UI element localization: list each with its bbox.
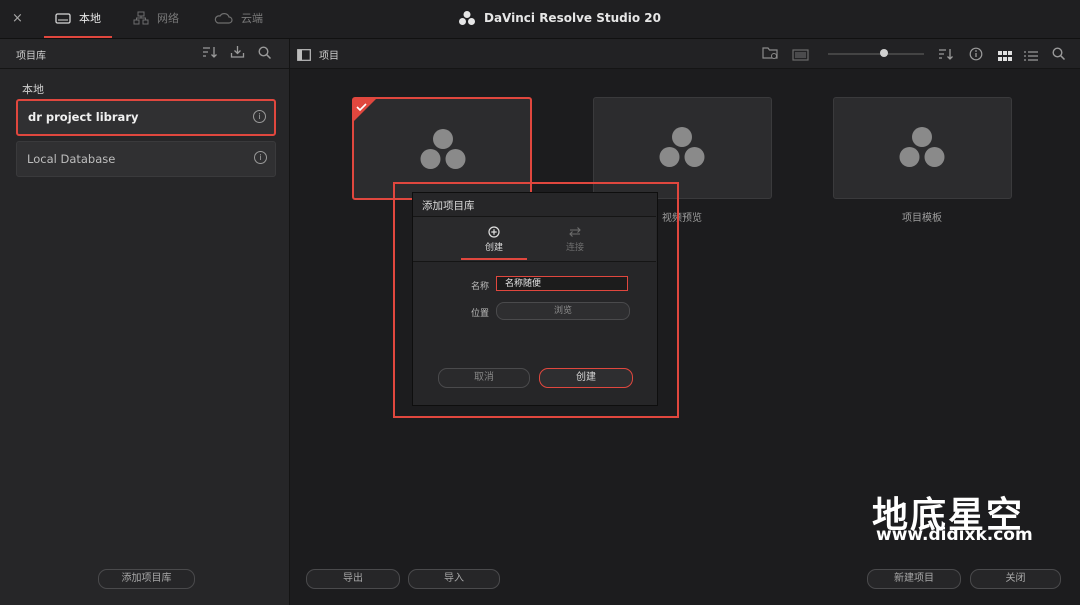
davinci-logo-icon xyxy=(899,127,945,167)
list-view-icon[interactable] xyxy=(1024,47,1038,66)
tab-create-label: 创建 xyxy=(484,243,503,253)
selected-check-icon xyxy=(354,99,376,121)
tab-local[interactable]: 本地 xyxy=(44,0,112,38)
left-panel-title: 项目库 xyxy=(16,51,46,62)
app-title: DaVinci Resolve Studio 20 xyxy=(458,10,661,26)
tab-local-label: 本地 xyxy=(79,12,101,25)
library-name: dr project library xyxy=(28,110,139,124)
dialog-tab-bar xyxy=(413,216,656,262)
create-button[interactable]: 创建 xyxy=(539,368,633,388)
right-panel-header xyxy=(290,39,1080,69)
tab-network[interactable]: 网络 xyxy=(133,0,179,36)
sort-icon[interactable] xyxy=(938,46,954,65)
name-input[interactable]: 名称随便 xyxy=(496,276,628,291)
name-label: 名称 xyxy=(471,282,490,292)
info-icon[interactable]: i xyxy=(254,151,267,164)
slider-thumb[interactable] xyxy=(880,49,888,57)
tab-network-label: 网络 xyxy=(157,12,179,25)
davinci-logo-icon xyxy=(459,11,475,25)
location-label: 位置 xyxy=(471,309,490,319)
import-library-icon[interactable] xyxy=(230,45,245,62)
swap-arrows-icon xyxy=(569,227,581,237)
tab-cloud[interactable]: 云端 xyxy=(213,0,263,36)
dialog-title: 添加项目库 xyxy=(422,200,475,212)
info-icon[interactable] xyxy=(969,46,983,65)
drive-icon xyxy=(55,13,71,24)
cancel-button[interactable]: 取消 xyxy=(438,368,530,388)
tab-connect-label: 连接 xyxy=(565,243,584,253)
import-button[interactable]: 导入 xyxy=(408,569,500,589)
thumbnail-size-slider[interactable] xyxy=(828,53,924,55)
new-project-button[interactable]: 新建项目 xyxy=(867,569,961,589)
add-library-button[interactable]: 添加项目库 xyxy=(98,569,195,589)
search-icon[interactable] xyxy=(258,46,272,63)
close-button[interactable]: 关闭 xyxy=(970,569,1061,589)
davinci-logo-icon xyxy=(659,127,705,167)
tab-connect[interactable]: 连接 xyxy=(544,224,606,253)
davinci-logo-icon xyxy=(420,129,466,169)
app-title-text: DaVinci Resolve Studio 20 xyxy=(484,11,661,25)
library-name: Local Database xyxy=(27,152,116,166)
close-icon[interactable]: × xyxy=(12,11,23,26)
browse-button[interactable]: 浏览 xyxy=(496,302,630,320)
cloud-icon xyxy=(214,13,233,24)
network-icon xyxy=(133,11,149,25)
sort-icon[interactable] xyxy=(202,46,218,62)
sidebar-toggle-icon[interactable] xyxy=(297,46,311,65)
grid-view-icon[interactable] xyxy=(998,47,1012,66)
tab-cloud-label: 云端 xyxy=(241,12,263,25)
export-button[interactable]: 导出 xyxy=(306,569,400,589)
plus-circle-icon xyxy=(488,226,500,238)
preview-icon[interactable] xyxy=(792,46,809,65)
project-caption: 项目模板 xyxy=(902,213,942,224)
library-item-dr-project-library[interactable]: dr project library i xyxy=(16,99,276,136)
tab-create[interactable]: 创建 xyxy=(461,224,527,260)
watermark-url: www.didixk.com xyxy=(876,525,1033,545)
right-panel-title: 项目 xyxy=(319,51,339,62)
section-label-local: 本地 xyxy=(22,83,44,96)
search-icon[interactable] xyxy=(1052,46,1066,65)
project-thumbnail[interactable] xyxy=(833,97,1012,199)
info-icon[interactable]: i xyxy=(253,110,266,123)
library-item-local-database[interactable]: Local Database i xyxy=(16,141,276,177)
new-folder-icon[interactable] xyxy=(762,45,779,64)
